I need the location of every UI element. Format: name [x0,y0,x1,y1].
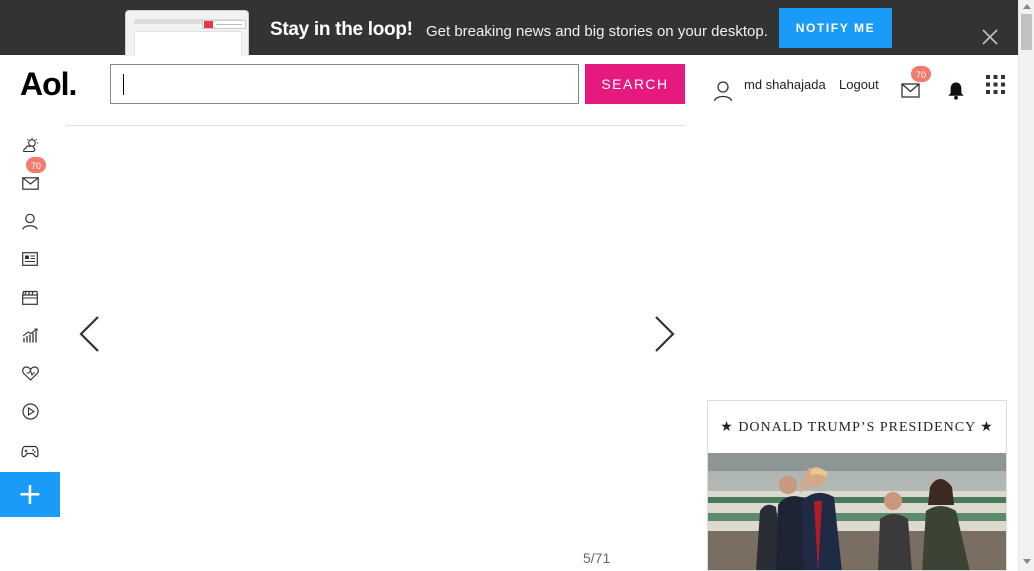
apps-grid-icon[interactable] [986,75,1005,94]
sidebar-item-profile[interactable] [0,205,60,237]
banner-subtitle: Get breaking news and big stories on you… [426,23,768,40]
user-icon [22,213,38,230]
page-scrollbar[interactable] [1018,0,1034,571]
mail-icon[interactable] [901,83,920,98]
scroll-thumb[interactable] [1021,14,1032,50]
weather-icon [23,137,39,153]
sidebar-item-entertainment[interactable] [0,281,60,313]
browser-notification-illustration [125,10,249,56]
sidebar-item-video[interactable] [0,395,60,427]
finance-chart-icon [22,327,38,342]
card-title[interactable]: ★ DONALD TRUMP’S PRESIDENCY ★ [708,419,1006,436]
desktop-notification-banner: Stay in the loop! Get breaking news and … [0,0,1018,56]
presidency-story-card[interactable]: ★ DONALD TRUMP’S PRESIDENCY ★ [707,400,1007,571]
mail-icon [21,176,39,190]
previous-slide-icon[interactable] [76,314,104,354]
header-divider [66,125,685,126]
search-button[interactable]: SEARCH [585,64,685,104]
heart-icon [21,365,39,381]
logout-link[interactable]: Logout [839,77,879,92]
text-cursor [123,74,124,95]
close-icon[interactable] [978,25,1002,49]
mail-count-badge: 70 [25,156,47,174]
mail-count-badge: 70 [910,65,932,83]
next-slide-icon[interactable] [650,314,678,354]
user-icon[interactable] [713,80,733,102]
banner-title: Stay in the loop! [270,19,413,40]
add-sidebar-item-button[interactable]: + [0,472,60,517]
gamepad-icon [21,445,39,457]
play-icon [21,402,39,420]
news-icon [22,252,38,266]
search-input[interactable] [110,64,579,104]
scroll-up-arrow-icon[interactable] [1023,4,1031,9]
sidebar-item-games[interactable] [0,435,60,467]
notify-me-button[interactable]: NOTIFY ME [779,8,892,48]
bell-icon[interactable] [947,81,965,100]
story-photo[interactable] [708,453,1006,571]
clapperboard-icon [22,290,38,305]
slide-counter: 5/71 [583,550,611,566]
sidebar-item-finance[interactable] [0,319,60,351]
aol-logo[interactable]: Aol. [20,66,77,103]
scroll-down-arrow-icon[interactable] [1023,559,1031,564]
sidebar-item-news[interactable] [0,243,60,275]
sidebar-item-lifestyle[interactable] [0,357,60,389]
user-name-link[interactable]: md shahajada [744,77,826,92]
